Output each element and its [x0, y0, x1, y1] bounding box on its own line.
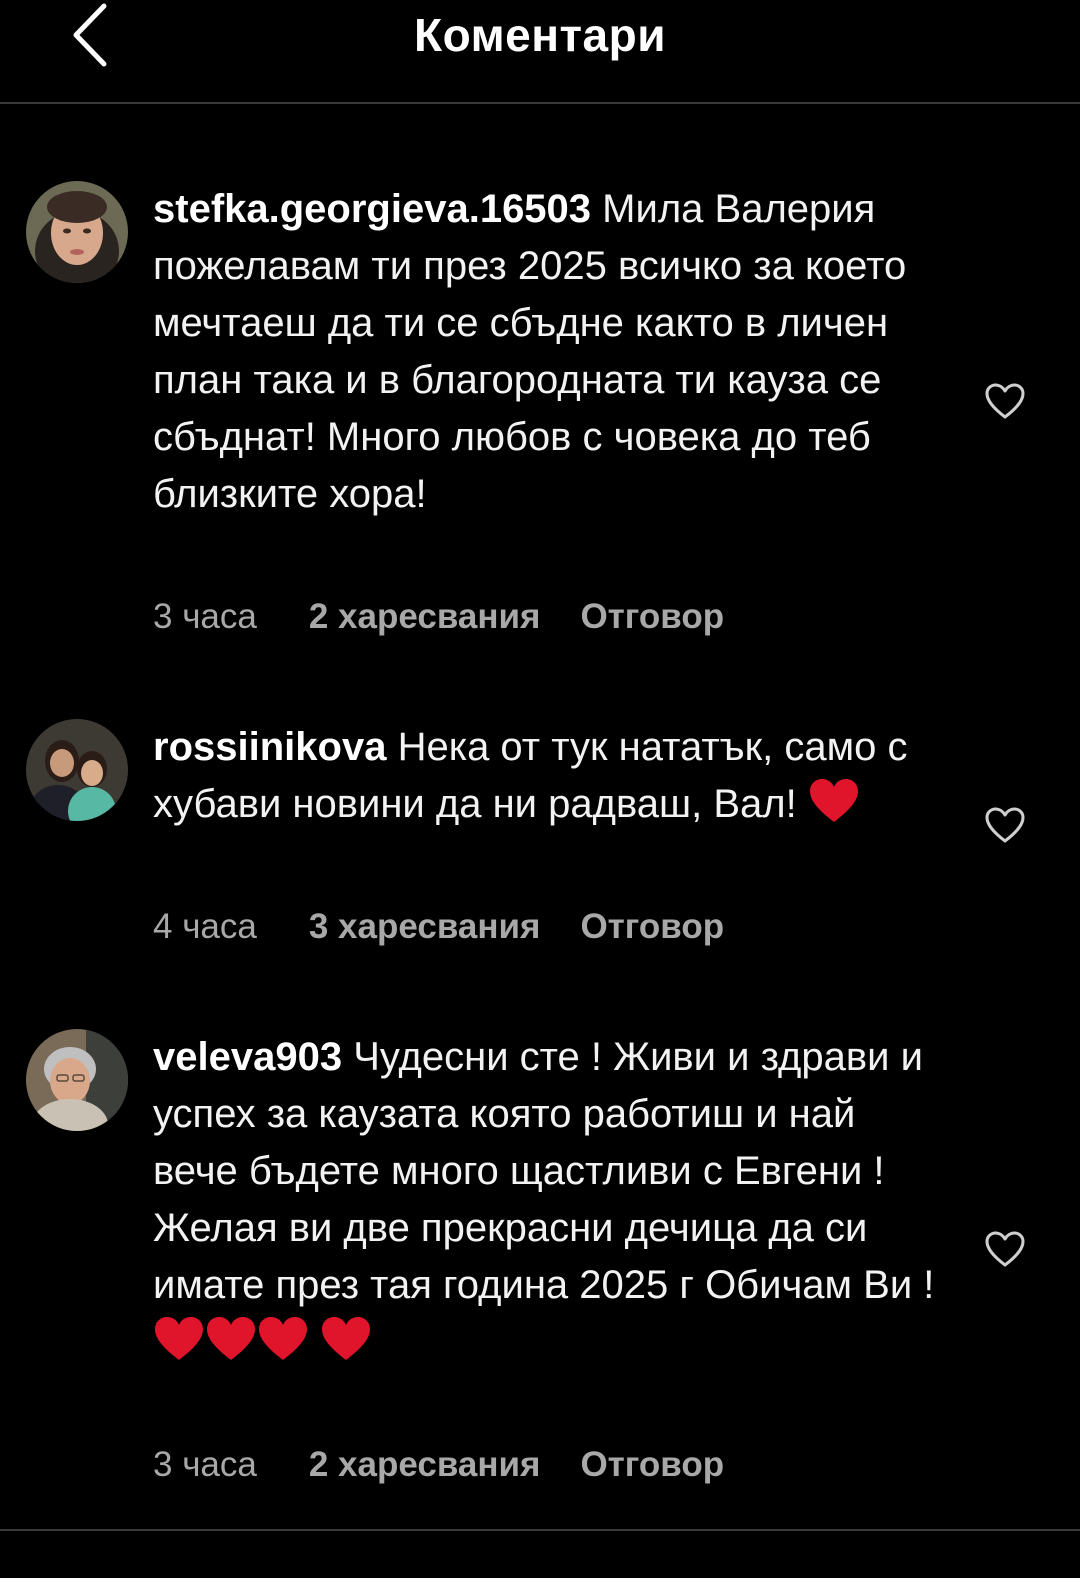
comment-text: stefka.georgieva.16503 Мила Валерия поже…	[153, 181, 943, 523]
comment-message: Мила Валерия пожелавам ти през 2025 всич…	[153, 187, 907, 516]
red-heart-icon	[322, 1317, 371, 1360]
comment-time: 3 часа	[153, 1445, 257, 1484]
red-heart-icon	[207, 1317, 255, 1360]
avatar[interactable]	[26, 719, 128, 821]
avatar[interactable]	[26, 1029, 128, 1131]
header-bar: Коментари	[0, 0, 1080, 104]
comment-username[interactable]: rossiinikova	[153, 725, 386, 769]
heart-outline-icon[interactable]	[984, 1230, 1026, 1268]
page-title: Коментари	[414, 9, 666, 61]
comment-meta: 3 часа 2 харесвания Отговор	[153, 1445, 724, 1485]
comment-time: 4 часа	[153, 907, 257, 946]
comment-meta: 3 часа 2 харесвания Отговор	[153, 597, 724, 637]
comment-likes[interactable]: 2 харесвания	[309, 1445, 541, 1485]
red-heart-icon	[259, 1317, 307, 1360]
heart-emoji-group	[153, 1317, 372, 1364]
red-heart-icon	[809, 779, 858, 822]
reply-button[interactable]: Отговор	[580, 1445, 724, 1485]
divider	[0, 1529, 1080, 1531]
heart-emoji	[808, 779, 860, 826]
comment-username[interactable]: stefka.georgieva.16503	[153, 187, 591, 231]
heart-outline-icon[interactable]	[984, 382, 1026, 420]
red-heart-icon	[155, 1317, 203, 1360]
comment-time: 3 часа	[153, 597, 257, 636]
heart-outline-icon[interactable]	[984, 806, 1026, 844]
comment-text: rossiinikova Нека от тук нататък, само с…	[153, 719, 943, 833]
comment-likes[interactable]: 3 харесвания	[309, 907, 541, 947]
comment-likes[interactable]: 2 харесвания	[309, 597, 541, 637]
comment-meta: 4 часа 3 харесвания Отговор	[153, 907, 724, 947]
reply-button[interactable]: Отговор	[580, 907, 724, 947]
reply-button[interactable]: Отговор	[580, 597, 724, 637]
comment-username[interactable]: veleva903	[153, 1035, 342, 1079]
comment-text: veleva903 Чудесни сте ! Живи и здрави и …	[153, 1029, 943, 1371]
avatar[interactable]	[26, 181, 128, 283]
